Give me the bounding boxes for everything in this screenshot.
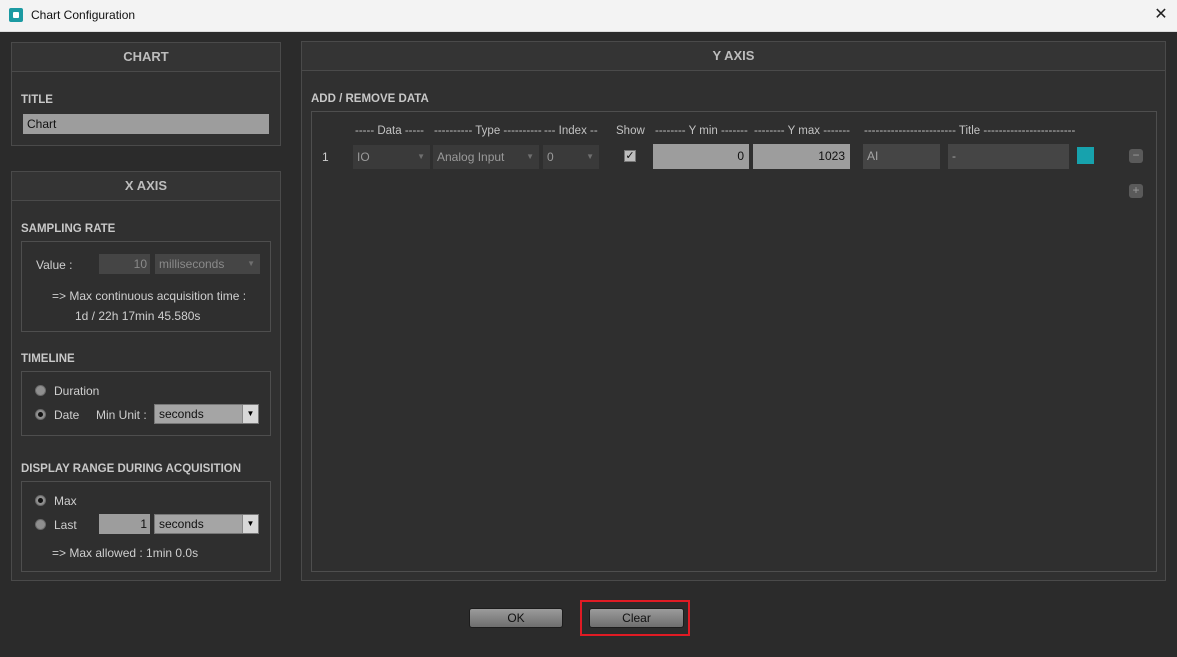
last-unit-select[interactable]: seconds ▼ (154, 514, 259, 534)
sampling-unit-value: milliseconds (159, 257, 225, 271)
chevron-down-icon: ▼ (417, 152, 425, 161)
chevron-down-icon: ▼ (586, 152, 594, 161)
ymax-input[interactable]: 1023 (753, 144, 850, 169)
min-unit-label: Min Unit : (96, 408, 147, 422)
date-label: Date (54, 408, 80, 422)
display-range-label: DISPLAY RANGE DURING ACQUISITION (21, 463, 242, 475)
duration-label: Duration (54, 384, 100, 398)
plus-icon[interactable]: + (1129, 184, 1143, 198)
title-label: TITLE (21, 94, 53, 106)
timeline-box: Duration Date Min Unit : seconds ▼ (21, 371, 271, 436)
minus-icon[interactable]: − (1129, 149, 1143, 163)
display-range-box: Max Last 1 seconds ▼ => Max allowed : 1m… (21, 481, 271, 572)
sampling-rate-label: SAMPLING RATE (21, 223, 116, 235)
col-header-type: ---------- Type ---------- (434, 125, 542, 137)
max-acq-time-value: 1d / 22h 17min 45.580s (75, 309, 201, 323)
chart-panel: CHART TITLE Chart (11, 42, 281, 146)
duration-radio[interactable] (35, 385, 46, 396)
chart-title-input[interactable]: Chart (23, 114, 269, 134)
sampling-value-label: Value : (36, 258, 73, 272)
chevron-down-icon: ▼ (242, 515, 258, 533)
title-long-input[interactable]: - (948, 144, 1069, 169)
show-checkbox[interactable]: ✓ (624, 150, 636, 162)
check-icon: ✓ (625, 150, 635, 162)
row-number: 1 (322, 150, 329, 164)
timeline-label: TIMELINE (21, 353, 75, 365)
max-acq-time-label: => Max continuous acquisition time : (52, 289, 247, 303)
max-allowed-label: => Max allowed : 1min 0.0s (52, 546, 199, 560)
data-select-value: IO (357, 150, 370, 164)
sampling-unit-select[interactable]: milliseconds ▼ (155, 254, 260, 274)
sampling-value-input[interactable]: 10 (99, 254, 150, 274)
sampling-rate-box: Value : 10 milliseconds ▼ => Max continu… (21, 241, 271, 332)
col-header-index: --- Index -- (544, 125, 598, 137)
type-select-value: Analog Input (437, 150, 505, 164)
col-header-show: Show (616, 125, 645, 137)
window-title: Chart Configuration (31, 8, 136, 22)
col-header-data: ----- Data ----- (355, 125, 424, 137)
last-label: Last (54, 518, 77, 532)
x-axis-panel: X AXIS SAMPLING RATE Value : 10 millisec… (11, 171, 281, 581)
max-label: Max (54, 494, 77, 508)
last-value-input[interactable]: 1 (99, 514, 150, 534)
min-unit-value: seconds (159, 407, 204, 421)
x-axis-panel-header: X AXIS (12, 172, 280, 201)
ymin-input[interactable]: 0 (653, 144, 749, 169)
min-unit-select[interactable]: seconds ▼ (154, 404, 259, 424)
app-icon (9, 8, 23, 22)
chevron-down-icon: ▼ (247, 259, 255, 268)
col-header-ymax: -------- Y max ------- (754, 125, 851, 137)
close-icon[interactable]: ✕ (1150, 5, 1172, 25)
series-color-swatch[interactable] (1077, 147, 1094, 164)
chevron-down-icon: ▼ (526, 152, 534, 161)
clear-button[interactable]: Clear (589, 608, 684, 628)
data-list-box: ----- Data ----- ---------- Type -------… (311, 111, 1157, 572)
y-axis-panel-header: Y AXIS (302, 42, 1165, 71)
col-header-ymin: -------- Y min ------- (655, 125, 748, 137)
index-select[interactable]: 0 ▼ (543, 145, 599, 169)
type-select[interactable]: Analog Input ▼ (433, 145, 539, 169)
max-radio[interactable] (35, 495, 46, 506)
index-select-value: 0 (547, 150, 554, 164)
col-header-title: ------------------------ Title ---------… (864, 125, 1076, 137)
date-radio[interactable] (35, 409, 46, 420)
y-axis-panel: Y AXIS ADD / REMOVE DATA ----- Data ----… (301, 41, 1166, 581)
data-select[interactable]: IO ▼ (353, 145, 430, 169)
ok-button[interactable]: OK (469, 608, 563, 628)
chevron-down-icon: ▼ (242, 405, 258, 423)
chart-panel-header: CHART (12, 43, 280, 72)
add-remove-data-label: ADD / REMOVE DATA (311, 93, 429, 105)
title-short-input[interactable]: AI (863, 144, 940, 169)
title-bar: Chart Configuration ✕ (0, 0, 1177, 32)
last-unit-value: seconds (159, 517, 204, 531)
last-radio[interactable] (35, 519, 46, 530)
